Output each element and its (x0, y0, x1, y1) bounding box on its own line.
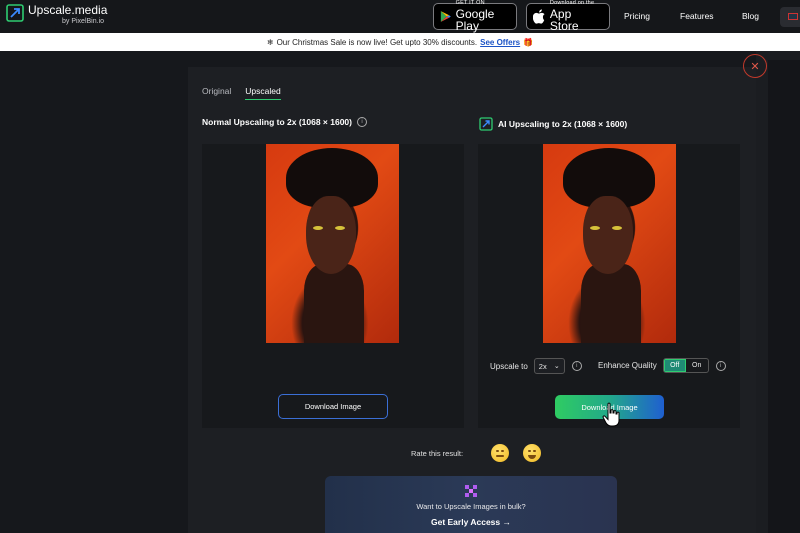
bulk-grid-icon (465, 485, 477, 497)
get-early-access-link[interactable]: Get Early Access → (325, 517, 617, 527)
upscale-factor-value: 2x (538, 361, 547, 371)
upscale-logo-icon (6, 4, 24, 22)
download-normal-button[interactable]: Download Image (278, 394, 388, 419)
info-icon[interactable]: i (357, 117, 367, 127)
banner-text: Our Christmas Sale is now live! Get upto… (276, 37, 478, 47)
ai-upscaled-image (543, 144, 676, 343)
top-navbar: Upscale.media by PixelBin.io GET IT ON G… (0, 0, 800, 33)
ai-upscale-card (478, 144, 740, 428)
nav-pricing[interactable]: Pricing (624, 11, 650, 21)
apple-icon (533, 9, 545, 24)
upscale-info-icon[interactable]: i (571, 361, 582, 371)
ai-upscale-icon (479, 117, 493, 131)
tab-original[interactable]: Original (202, 86, 231, 100)
sad-face-icon[interactable] (491, 444, 510, 462)
app-store-label: App Store (549, 6, 579, 33)
rate-result: Rate this result: (411, 444, 542, 462)
bulk-promo-text: Want to Upscale Images in bulk? (416, 502, 526, 511)
language-selector[interactable] (780, 7, 800, 27)
app-store-small: Download on the (549, 0, 595, 7)
ai-upscale-heading: AI Upscaling to 2x (1068 × 1600) (479, 117, 627, 131)
chevron-down-icon: ⌄ (553, 363, 560, 370)
close-button[interactable]: ✕ (743, 54, 767, 78)
enhance-quality-toggle[interactable]: Off On (662, 358, 709, 373)
promo-banner: ❄ Our Christmas Sale is now live! Get up… (0, 33, 800, 51)
tab-upscaled[interactable]: Upscaled (245, 86, 281, 100)
happy-face-icon[interactable] (523, 444, 542, 462)
brand-logo[interactable]: Upscale.media by PixelBin.io (6, 4, 107, 25)
nav-blog[interactable]: Blog (742, 11, 759, 21)
nav-features[interactable]: Features (680, 11, 714, 21)
enhance-quality-control: Enhance Quality Off On i (598, 358, 726, 373)
brand-name: Upscale.media (28, 3, 108, 17)
see-offers-link[interactable]: See Offers (480, 38, 520, 47)
gift-icon: 🎁 (523, 37, 534, 47)
google-play-button[interactable]: GET IT ON Google Play (433, 0, 517, 33)
enhance-info-icon[interactable]: i (715, 360, 726, 371)
upscale-label: Upscale to (490, 361, 528, 371)
normal-upscaled-image (266, 144, 399, 343)
normal-upscale-card (202, 144, 464, 428)
brand-byline: by PixelBin.io (62, 18, 105, 25)
upscale-control: Upscale to 2x ⌄ i (490, 358, 582, 374)
uk-flag-icon (788, 13, 798, 20)
snowflake-icon: ❄ (266, 37, 274, 47)
app-store-button[interactable]: Download on the App Store (526, 0, 610, 33)
ai-upscale-title: AI Upscaling to 2x (1068 × 1600) (498, 119, 628, 129)
google-play-small: GET IT ON (455, 0, 485, 7)
google-play-icon (440, 11, 451, 22)
hand-cursor-icon (602, 402, 620, 427)
view-tabs: Original Upscaled (202, 86, 281, 100)
enhance-quality-label: Enhance Quality (598, 361, 657, 370)
close-icon: ✕ (750, 60, 760, 73)
toggle-off-option[interactable]: Off (663, 359, 686, 372)
bulk-upscale-promo: Want to Upscale Images in bulk? Get Earl… (325, 476, 617, 533)
toggle-on-option[interactable]: On (686, 359, 708, 372)
rate-label: Rate this result: (411, 448, 464, 458)
normal-upscale-heading: Normal Upscaling to 2x (1068 × 1600) i (202, 117, 367, 127)
normal-upscale-title: Normal Upscaling to 2x (1068 × 1600) (202, 117, 352, 127)
page-background-edge-dark (768, 60, 800, 533)
upscale-factor-select[interactable]: 2x ⌄ (533, 358, 565, 374)
google-play-label: Google Play (455, 6, 495, 33)
